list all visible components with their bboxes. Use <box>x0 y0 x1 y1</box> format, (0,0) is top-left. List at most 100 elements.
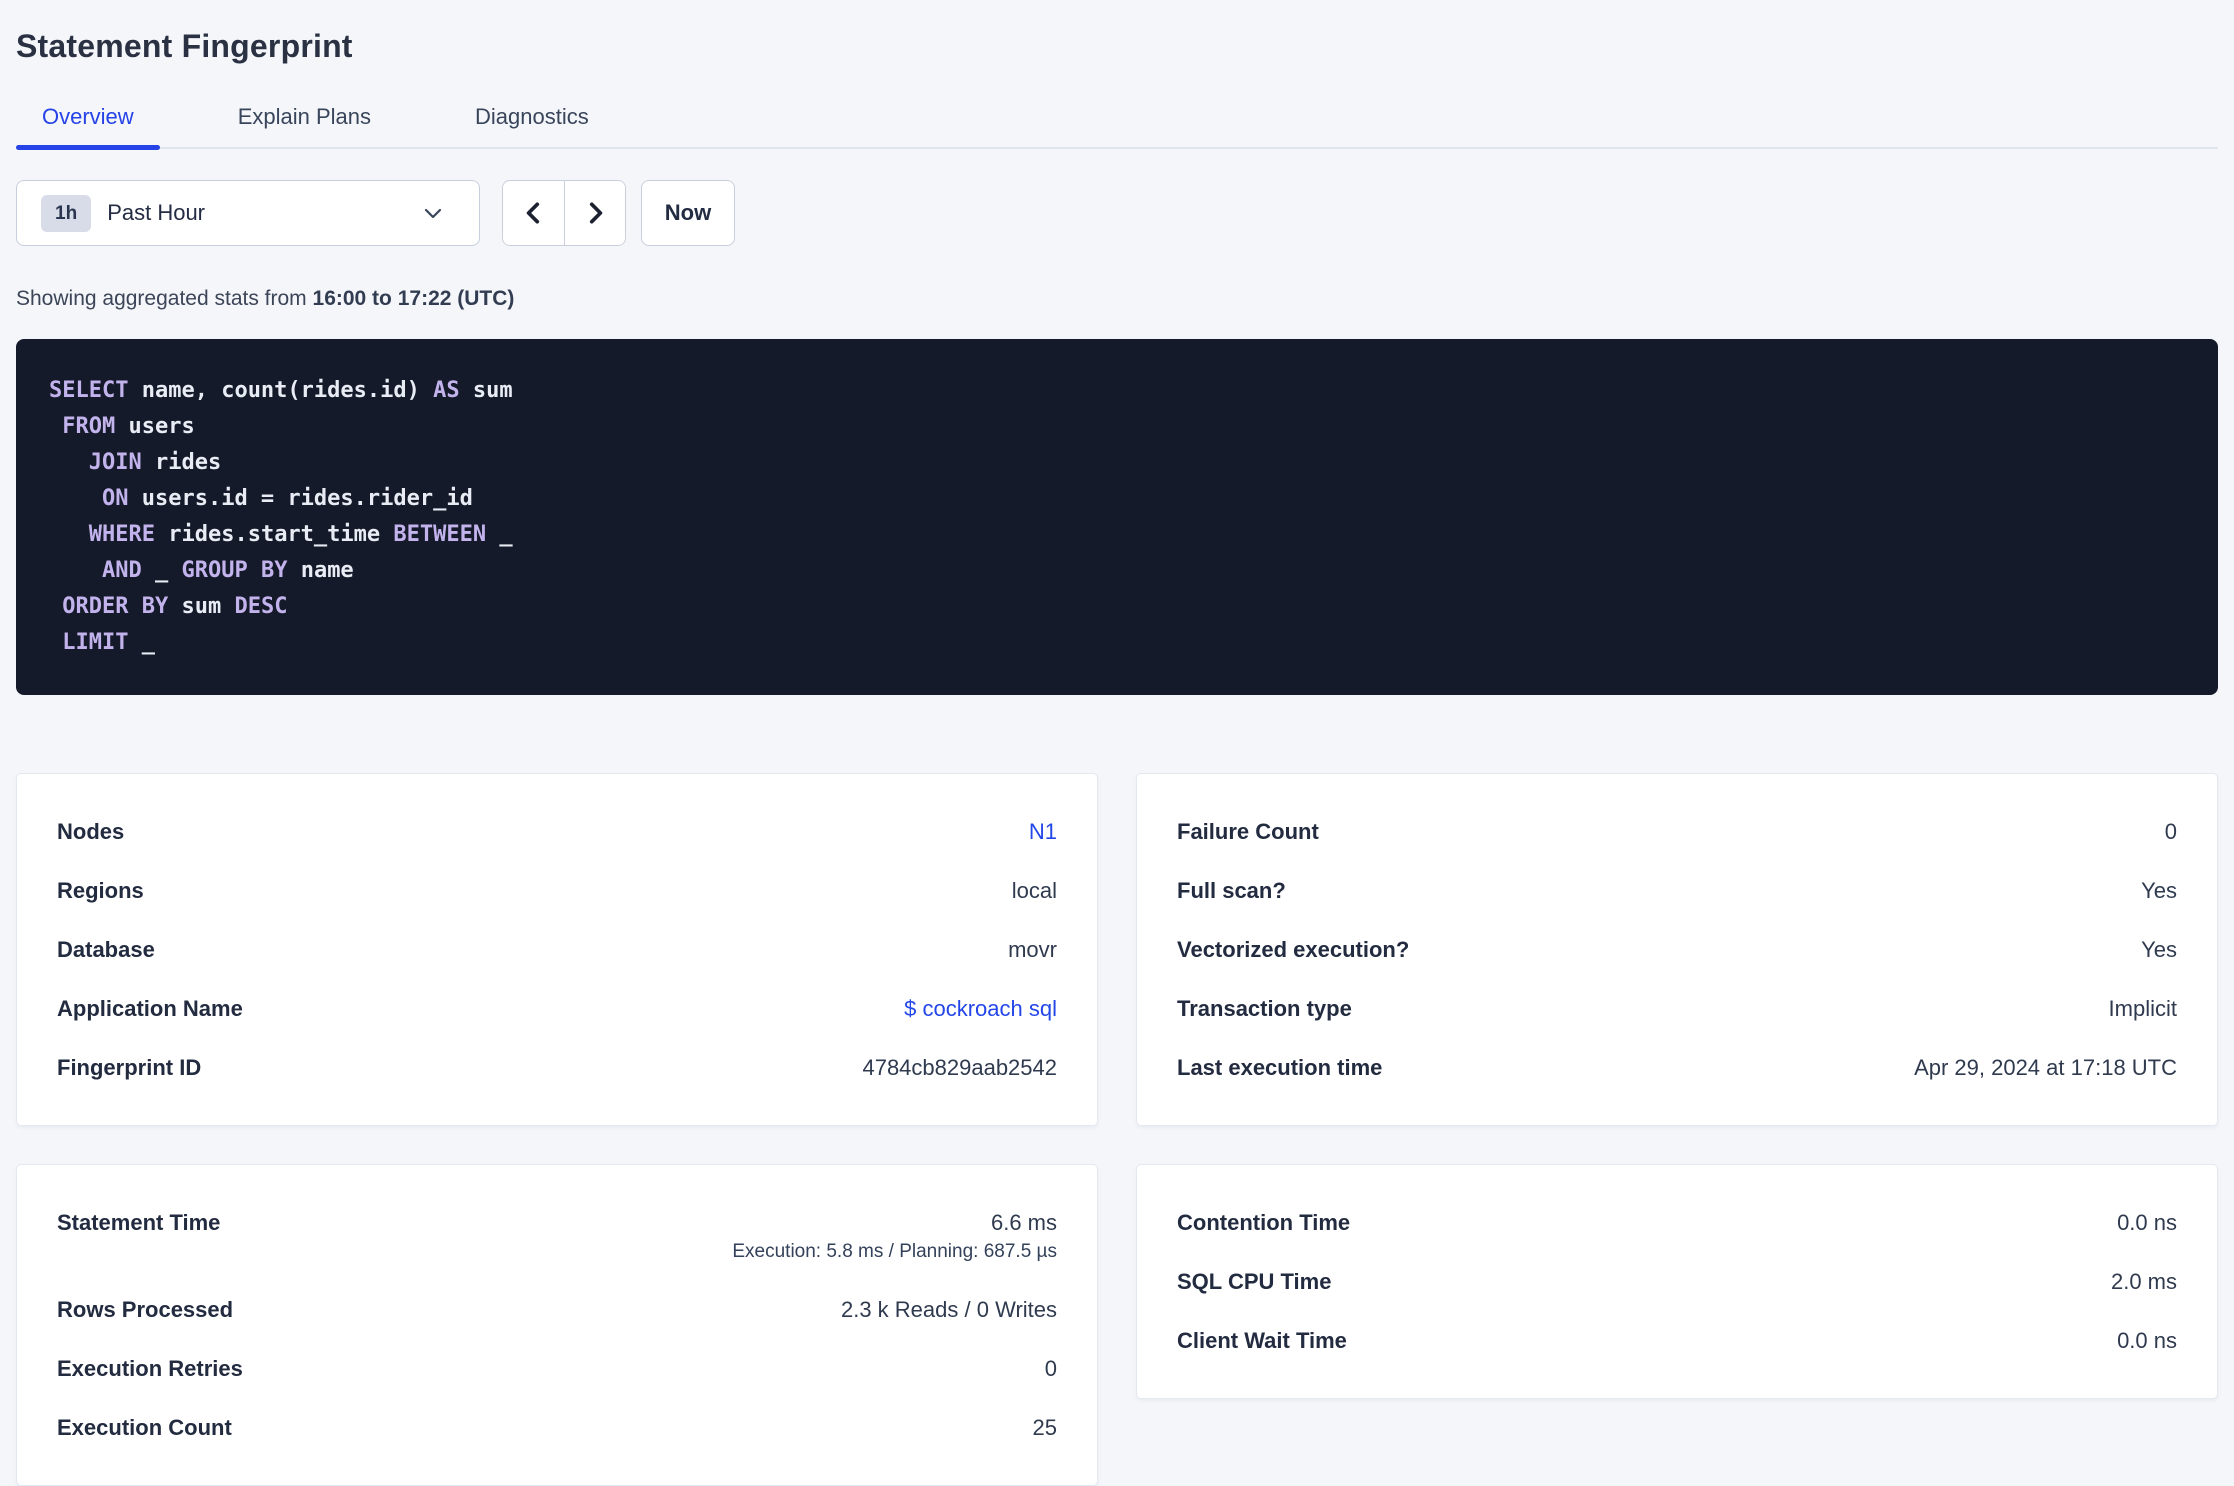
summary-value: 6.6 ms <box>990 1210 1057 1235</box>
summary-label: Failure Count <box>1177 819 1319 844</box>
summary-row: Execution Count 25 <box>57 1398 1057 1457</box>
sql-token: users.id = rides.rider_id <box>128 486 473 511</box>
summary-label: Execution Count <box>57 1415 232 1440</box>
summary-value: movr <box>1008 937 1057 962</box>
summary-value-link[interactable]: N1 <box>1029 818 1057 845</box>
sql-line: SELECT name, count(rides.id) AS sum <box>49 373 2185 409</box>
sql-line: ORDER BY sum DESC <box>49 589 2185 625</box>
summary-value-column: 2.3 k Reads / 0 Writes <box>841 1296 1057 1323</box>
now-button[interactable]: Now <box>641 180 735 246</box>
stats-prefix: Showing aggregated stats from <box>16 287 313 310</box>
summary-row: Execution Retries 0 <box>57 1339 1057 1398</box>
summary-cards: Nodes N1 Regions local Database movr Applicati… <box>16 773 2218 1486</box>
time-range-label: Past Hour <box>107 200 206 225</box>
summary-label: Transaction type <box>1177 996 1352 1021</box>
summary-value-link[interactable]: $ cockroach sql <box>904 995 1057 1022</box>
summary-value: 2.3 k Reads / 0 Writes <box>840 1297 1057 1322</box>
summary-value-column: Apr 29, 2024 at 17:18 UTC <box>1914 1054 2177 1081</box>
summary-subvalue: Execution: 5.8 ms / Planning: 687.5 µs <box>732 1241 1057 1262</box>
summary-row: Regions local <box>57 861 1057 920</box>
time-step-group <box>502 180 626 246</box>
sql-keyword: BETWEEN <box>393 522 487 547</box>
aggregated-stats-line: Showing aggregated stats from 16:00 to 1… <box>16 284 2218 313</box>
chevron-left-icon <box>526 202 539 224</box>
summary-row: Rows Processed 2.3 k Reads / 0 Writes <box>57 1280 1057 1339</box>
sql-line: LIMIT _ <box>49 625 2185 661</box>
sql-line: AND _ GROUP BY name <box>49 553 2185 589</box>
summary-label: Contention Time <box>1177 1210 1351 1235</box>
sql-line: FROM users <box>49 409 2185 445</box>
sql-token: users <box>115 414 195 439</box>
tab-overview[interactable]: Overview <box>16 103 160 150</box>
timing-card-left: Statement Time 6.6 ms Execution: 5.8 ms / … <box>16 1164 1098 1486</box>
sql-token: sum <box>168 594 235 619</box>
timing-card-right: Contention Time 0.0 ns SQL CPU Time 2.0 ms C… <box>1136 1164 2218 1399</box>
summary-row: Client Wait Time 0.0 ns <box>1177 1311 2177 1370</box>
summary-row: Contention Time 0.0 ns <box>1177 1193 2177 1252</box>
summary-label: Client Wait Time <box>1177 1328 1347 1353</box>
sql-line: JOIN rides <box>49 445 2185 481</box>
prev-time-button[interactable] <box>503 181 564 245</box>
summary-label: Execution Retries <box>57 1356 243 1381</box>
tab-bar: Overview Explain Plans Diagnostics <box>16 103 2218 150</box>
sql-keyword: AND <box>101 558 142 583</box>
statement-fingerprint-page: Statement Fingerprint Overview Explain P… <box>0 0 2234 1486</box>
summary-value-column: Implicit <box>2109 995 2177 1022</box>
summary-value-column: 4784cb829aab2542 <box>862 1054 1057 1081</box>
tab-explain-plans[interactable]: Explain Plans <box>212 103 397 147</box>
sql-keyword: DESC <box>234 594 288 619</box>
summary-row: Fingerprint ID 4784cb829aab2542 <box>57 1038 1057 1097</box>
summary-label: Last execution time <box>1177 1055 1383 1080</box>
summary-label: Rows Processed <box>57 1297 234 1322</box>
summary-label: Full scan? <box>1177 878 1286 903</box>
sql-keyword: ORDER BY <box>62 594 169 619</box>
summary-value-column: Yes <box>2141 877 2177 904</box>
summary-label: Regions <box>57 878 144 903</box>
summary-row: Application Name $ cockroach sql <box>57 979 1057 1038</box>
summary-value: Apr 29, 2024 at 17:18 UTC <box>1914 1055 2177 1080</box>
summary-value: 0.0 ns <box>2117 1210 2177 1235</box>
summary-value: 0 <box>2164 819 2177 844</box>
time-range-badge: 1h <box>41 194 92 232</box>
sql-keyword: AS <box>433 378 460 403</box>
summary-row: Full scan? Yes <box>1177 861 2177 920</box>
sql-token: rides <box>141 450 222 475</box>
summary-row: SQL CPU Time 2.0 ms <box>1177 1252 2177 1311</box>
summary-value: 4784cb829aab2542 <box>862 1055 1057 1080</box>
sql-token: _ <box>486 522 513 547</box>
summary-value-column: 25 <box>1033 1414 1057 1441</box>
overview-card-right: Failure Count 0 Full scan? Yes Vectorized ex… <box>1136 773 2218 1126</box>
sql-statement-box: SELECT name, count(rides.id) AS sum FROM… <box>16 339 2218 695</box>
sql-keyword: LIMIT <box>62 630 129 655</box>
stats-time-range: 16:00 to 17:22 (UTC) <box>312 287 515 310</box>
chevron-right-icon <box>589 202 603 224</box>
sql-token: rides.start_time <box>154 522 394 547</box>
sql-token: _ <box>141 558 182 583</box>
sql-keyword: JOIN <box>88 450 142 475</box>
next-time-button[interactable] <box>564 181 625 245</box>
tab-diagnostics[interactable]: Diagnostics <box>449 103 615 147</box>
time-range-select[interactable]: 1h Past Hour <box>16 180 480 246</box>
summary-value-column: 6.6 ms Execution: 5.8 ms / Planning: 687.… <box>732 1209 1057 1264</box>
sql-token: sum <box>459 378 513 403</box>
time-toolbar: 1h Past Hour Now <box>16 180 2218 246</box>
sql-keyword: ON <box>101 486 129 511</box>
summary-value-column: $ cockroach sql <box>904 995 1057 1022</box>
summary-row: Failure Count 0 <box>1177 802 2177 861</box>
summary-value-column: local <box>1012 877 1057 904</box>
summary-label: Statement Time <box>57 1210 221 1235</box>
summary-label: SQL CPU Time <box>1177 1269 1332 1294</box>
sql-token: name, count(rides.id) <box>128 378 434 403</box>
sql-keyword: SELECT <box>49 378 129 403</box>
sql-keyword: WHERE <box>88 522 155 547</box>
page-title: Statement Fingerprint <box>16 28 353 64</box>
summary-value: 2.0 ms <box>2110 1269 2177 1294</box>
summary-label: Application Name <box>57 996 243 1021</box>
summary-row: Last execution time Apr 29, 2024 at 17:18… <box>1177 1038 2177 1097</box>
overview-card-left: Nodes N1 Regions local Database movr Applicati… <box>16 773 1098 1126</box>
